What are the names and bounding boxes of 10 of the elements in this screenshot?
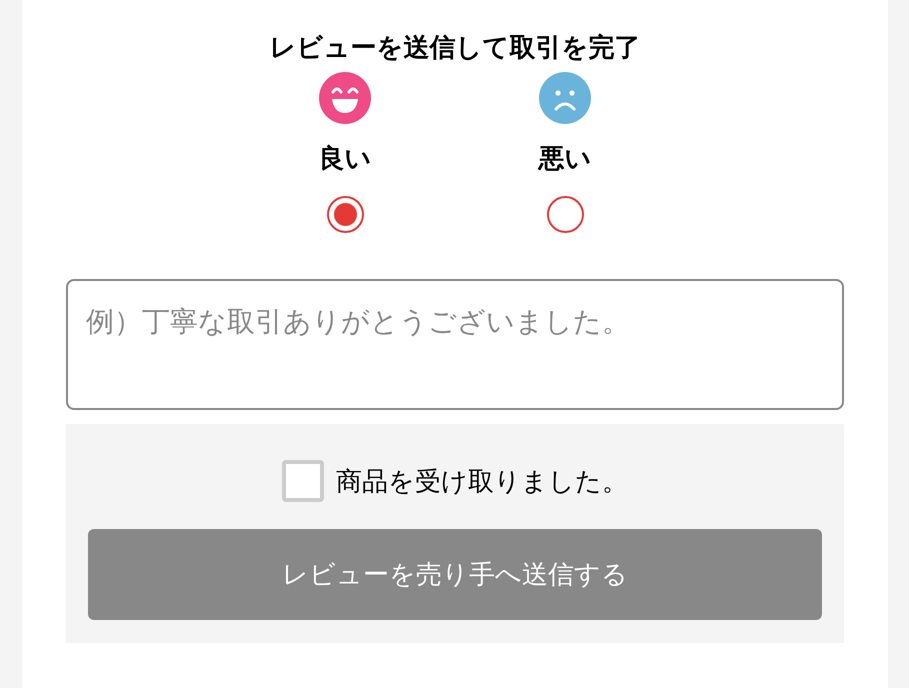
form-title: レビューを送信して取引を完了 (270, 32, 640, 65)
rating-label: 悪い (538, 143, 592, 176)
rating-radio[interactable] (326, 196, 364, 233)
laughing-face-icon (319, 72, 371, 124)
received-checkbox[interactable] (282, 460, 324, 502)
rating-label: 良い (318, 143, 372, 176)
comment-field[interactable]: 例）丁寧な取引ありがとうございました。 (66, 279, 844, 410)
checkbox-label: 商品を受け取りました。 (336, 466, 628, 498)
sad-face-icon (539, 72, 591, 124)
rating-radio[interactable] (546, 196, 584, 233)
